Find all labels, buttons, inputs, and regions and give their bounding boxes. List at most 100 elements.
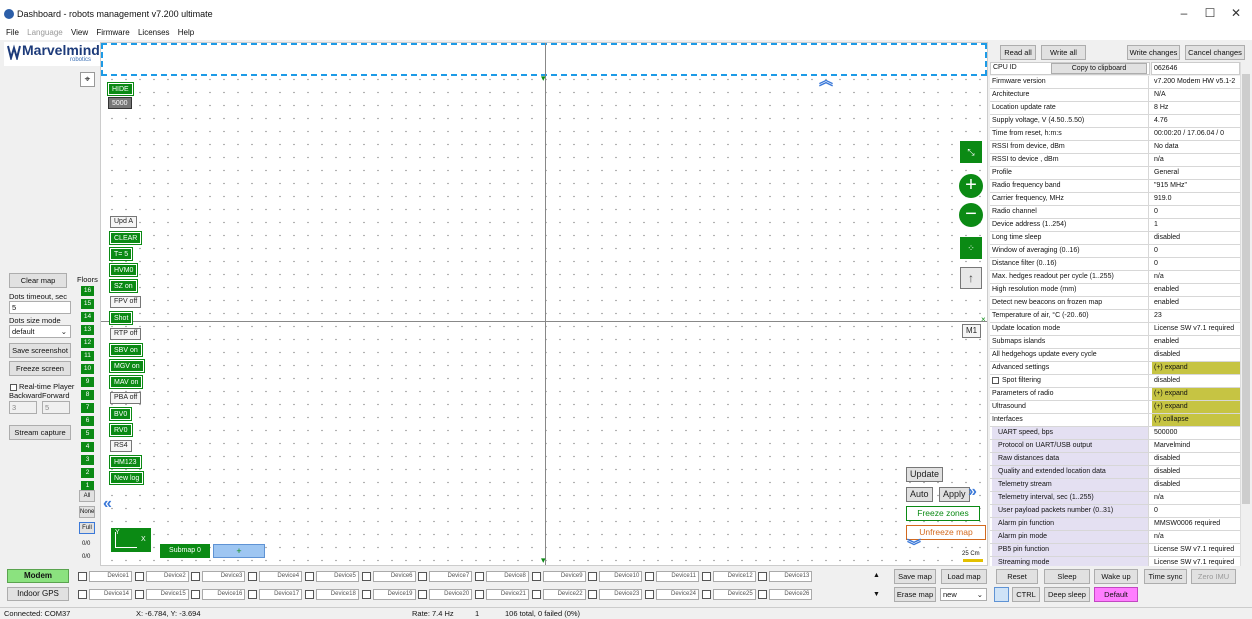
load-map-button[interactable]: Load map — [941, 569, 987, 584]
property-value[interactable]: 919.0 — [1152, 193, 1240, 205]
floor-14[interactable]: 14 — [81, 312, 94, 322]
device-checkbox[interactable] — [78, 572, 87, 581]
floor-7[interactable]: 7 — [81, 403, 94, 413]
minimize-button[interactable]: – — [1172, 6, 1196, 20]
device-name[interactable]: Device8 — [485, 571, 529, 582]
sbv-on-button[interactable]: SBV on — [109, 343, 143, 357]
dots-timeout-input[interactable]: 5 — [9, 301, 71, 314]
property-value[interactable]: disabled — [1152, 375, 1240, 387]
property-row[interactable]: Max. hedges readout per cycle (1..255) n/… — [990, 271, 1240, 284]
property-row[interactable]: Parameters of radio (+) expand — [990, 388, 1240, 401]
property-value[interactable]: (+) expand — [1152, 362, 1240, 374]
property-value[interactable]: disabled — [1152, 349, 1240, 361]
device-name[interactable]: Device1 — [89, 571, 132, 582]
zero-imu-button[interactable]: Zero IMU — [1191, 569, 1236, 584]
property-row[interactable]: Supply voltage, V (4.50..5.50) 4.76 — [990, 115, 1240, 128]
m1-button[interactable]: M1 — [962, 324, 982, 338]
property-row[interactable]: Long time sleep disabled — [990, 232, 1240, 245]
menu-help[interactable]: Help — [178, 28, 194, 37]
properties-scrollbar[interactable] — [1240, 62, 1251, 566]
property-value[interactable]: n/a — [1152, 531, 1240, 543]
menu-view[interactable]: View — [71, 28, 88, 37]
device-checkbox[interactable] — [758, 590, 768, 599]
property-value[interactable]: enabled — [1152, 297, 1240, 309]
property-value[interactable]: 8 Hz — [1152, 102, 1240, 114]
floors-all-button[interactable]: All — [79, 490, 95, 502]
property-row[interactable]: Streaming mode License SW v7.1 required — [990, 557, 1240, 566]
property-value[interactable]: enabled — [1152, 336, 1240, 348]
property-row[interactable]: Architecture N/A — [990, 89, 1240, 102]
floor-13[interactable]: 13 — [81, 325, 94, 335]
zoom-in-icon[interactable]: + — [959, 174, 983, 198]
north-arrow-icon[interactable]: ↑ — [960, 267, 982, 289]
device-checkbox[interactable] — [588, 590, 598, 599]
dots-view-icon[interactable]: ⁘ — [960, 237, 982, 259]
cancel-changes-button[interactable]: Cancel changes — [1185, 45, 1245, 60]
mgv-on-button[interactable]: MGV on — [109, 359, 145, 373]
device-checkbox[interactable] — [248, 590, 258, 599]
rv0-button[interactable]: RV0 — [109, 423, 133, 437]
floor-15[interactable]: 15 — [81, 299, 94, 309]
zoom-out-icon[interactable]: − — [959, 203, 983, 227]
property-value[interactable]: 0 — [1152, 505, 1240, 517]
spot-filtering-checkbox[interactable] — [992, 376, 999, 384]
property-value[interactable]: License SW v7.1 required — [1152, 323, 1240, 335]
floor-9[interactable]: 9 — [81, 377, 94, 387]
read-all-button[interactable]: Read all — [1000, 45, 1036, 60]
close-button[interactable]: ✕ — [1224, 6, 1248, 20]
device-checkbox[interactable] — [588, 572, 598, 581]
upd-a-button[interactable]: Upd A — [110, 216, 138, 228]
menu-language[interactable]: Language — [27, 28, 63, 37]
property-row[interactable]: High resolution mode (mm) enabled — [990, 284, 1240, 297]
device-checkbox[interactable] — [418, 572, 428, 581]
map-canvas[interactable]: ▾ ▾ × ︽ HIDE 5000 Upd A CLEAR T= 5 HVM0 … — [100, 42, 988, 566]
submap-button[interactable]: Submap 0 — [160, 544, 210, 558]
property-value[interactable]: disabled — [1152, 232, 1240, 244]
device-checkbox[interactable] — [531, 590, 541, 599]
update-button[interactable]: Update — [906, 467, 944, 482]
property-row[interactable]: Firmware version v7.200 Modem HW v5.1-2 — [990, 76, 1240, 89]
hide-button[interactable]: HIDE — [107, 82, 134, 96]
device-name[interactable]: Device10 — [599, 571, 643, 582]
device-checkbox[interactable] — [701, 572, 711, 581]
device-name[interactable]: Device5 — [315, 571, 359, 582]
menu-licenses[interactable]: Licenses — [138, 28, 170, 37]
bv0-button[interactable]: BV0 — [108, 407, 133, 421]
color-swatch[interactable] — [994, 587, 1009, 602]
property-row[interactable]: Advanced settings (+) expand — [990, 362, 1240, 375]
property-value[interactable]: Marvelmind — [1152, 440, 1240, 452]
property-value[interactable]: 1 — [1152, 219, 1240, 231]
property-row[interactable]: Profile General — [990, 167, 1240, 180]
device-checkbox[interactable] — [304, 572, 314, 581]
clear-button[interactable]: CLEAR — [108, 231, 143, 245]
device-name[interactable]: Device3 — [202, 571, 246, 582]
property-row[interactable]: Radio channel 0 — [990, 206, 1240, 219]
device-name[interactable]: Device26 — [769, 589, 813, 600]
device-checkbox[interactable] — [531, 572, 541, 581]
default-button[interactable]: Default — [1094, 587, 1138, 602]
device-checkbox[interactable] — [758, 572, 768, 581]
floor-5[interactable]: 5 — [81, 429, 94, 439]
device-checkbox[interactable] — [191, 572, 201, 581]
map-select[interactable]: new ⌄ — [940, 588, 987, 601]
property-value[interactable]: General — [1152, 167, 1240, 179]
realtime-player-checkbox[interactable] — [10, 384, 17, 391]
floor-6[interactable]: 6 — [81, 416, 94, 426]
property-value[interactable]: 0 — [1152, 206, 1240, 218]
t5-button[interactable]: T= 5 — [108, 247, 134, 261]
property-row[interactable]: Location update rate 8 Hz — [990, 102, 1240, 115]
property-value[interactable]: 23 — [1152, 310, 1240, 322]
device-name[interactable]: Device21 — [485, 589, 529, 600]
device-name[interactable]: Device15 — [145, 589, 189, 600]
property-value[interactable]: (+) expand — [1152, 388, 1240, 400]
property-row[interactable]: Quality and extended location data disabl… — [990, 466, 1240, 479]
device-checkbox[interactable] — [474, 590, 484, 599]
property-row[interactable]: Distance filter (0..16) 0 — [990, 258, 1240, 271]
time-sync-button[interactable]: Time sync — [1144, 569, 1187, 584]
copy-to-clipboard-button[interactable]: Copy to clipboard — [1051, 63, 1147, 74]
pba-off-button[interactable]: PBA off — [110, 392, 142, 404]
scrollbar-thumb[interactable] — [1242, 74, 1250, 504]
floors-full-button[interactable]: Full — [79, 522, 95, 534]
modem-button[interactable]: Modem — [7, 569, 69, 583]
property-row[interactable]: Temperature of air, °C (-20..60) 23 — [990, 310, 1240, 323]
